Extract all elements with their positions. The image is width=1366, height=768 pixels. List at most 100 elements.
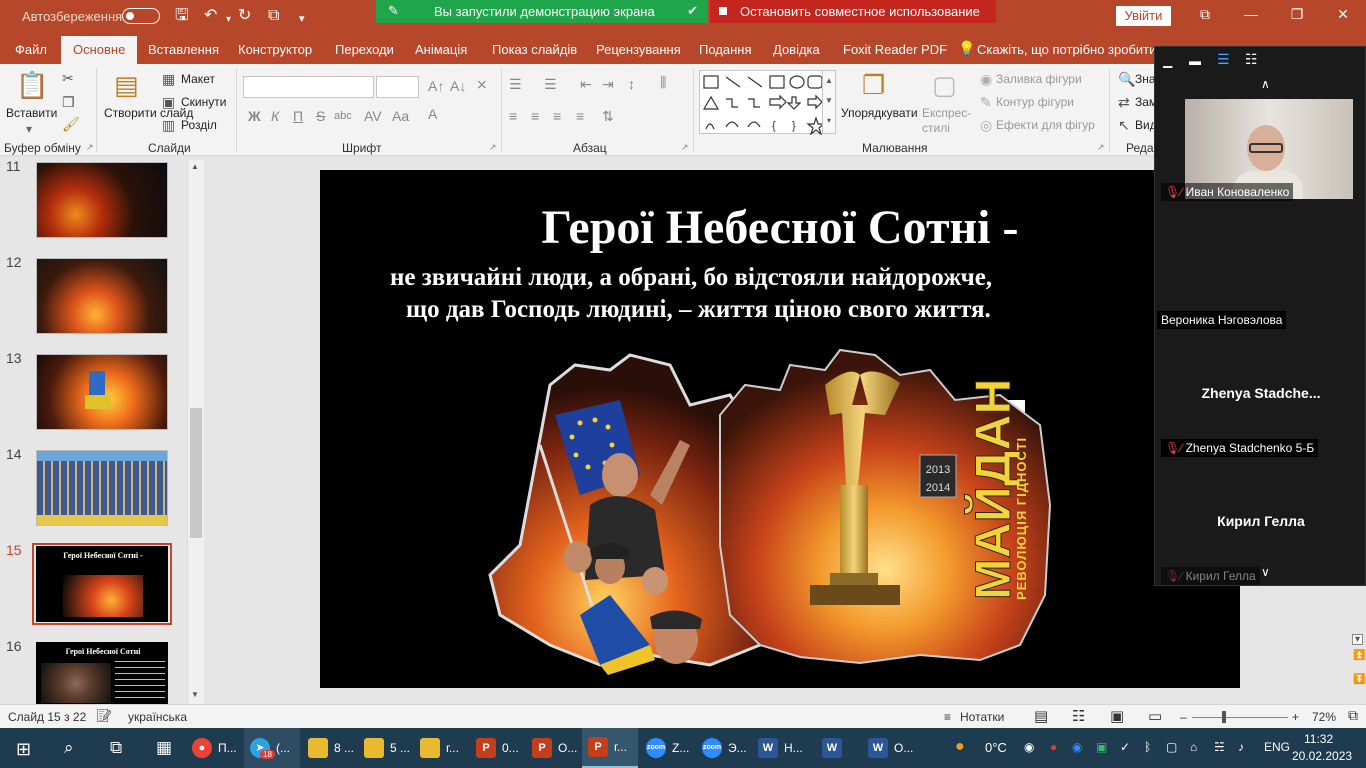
align-left-icon[interactable]: ≡ — [509, 108, 517, 124]
taskbar-powerpoint[interactable]: P О... — [526, 728, 580, 768]
weather-temp[interactable]: 0°C — [985, 740, 1007, 755]
close-icon[interactable]: ✕ — [1333, 6, 1353, 23]
taskbar-telegram[interactable]: ➤ (... 18 — [244, 728, 300, 768]
arrange-icon[interactable]: ❐ — [862, 70, 885, 101]
normal-view-icon[interactable]: ▤ — [1034, 707, 1048, 725]
increase-font-icon[interactable]: A↑ — [428, 78, 444, 94]
input-language[interactable]: ENG — [1264, 740, 1290, 754]
paste-button[interactable]: Вставити — [6, 106, 57, 120]
decrease-indent-icon[interactable]: ⇤ — [580, 76, 592, 93]
maximize-icon[interactable]: ❐ — [1287, 6, 1307, 23]
copy-icon[interactable]: ❐ — [62, 94, 75, 111]
align-center-icon[interactable]: ≡ — [531, 108, 539, 124]
quick-styles-icon[interactable]: ▢ — [932, 70, 957, 101]
ribbon-display-icon[interactable]: ⧉ — [1195, 6, 1215, 23]
tell-me-search[interactable]: Скажіть, що потрібно зробити — [977, 42, 1156, 57]
speaker-view-icon[interactable]: ▬ — [1189, 54, 1201, 68]
mic-icon[interactable]: ● — [1050, 740, 1057, 754]
new-slide-button[interactable]: Створити слайд — [104, 106, 193, 121]
taskbar-word[interactable]: W О... — [862, 728, 918, 768]
tab-slideshow[interactable]: Показ слайдів — [492, 42, 577, 57]
tab-insert[interactable]: Вставлення — [148, 42, 219, 57]
tab-transitions[interactable]: Переходи — [335, 42, 394, 57]
paste-icon[interactable]: 📋 — [16, 70, 48, 101]
taskbar-folder[interactable]: 5 ... — [358, 728, 412, 768]
new-slide-icon[interactable]: ▤ — [114, 70, 139, 101]
bullets-icon[interactable]: ☰ — [509, 76, 522, 93]
italic-icon[interactable]: К — [271, 108, 279, 124]
clipboard-launcher-icon[interactable]: ↗ — [86, 142, 94, 153]
quick-styles-button[interactable]: Експрес-стилі — [922, 106, 974, 136]
zoom-slider-thumb[interactable] — [1222, 711, 1226, 723]
taskbar-zoom[interactable]: zoom Э... — [696, 728, 750, 768]
customize-qat-icon[interactable]: ▾ — [299, 10, 305, 28]
scroll-up-icon[interactable]: ∧ — [1261, 77, 1270, 91]
tray-app-icon[interactable]: ✓ — [1120, 740, 1130, 754]
line-spacing-icon[interactable]: ↕ — [628, 76, 635, 92]
drawing-launcher-icon[interactable]: ↗ — [1097, 142, 1105, 153]
gallery-view-icon[interactable]: ☷ — [1245, 51, 1258, 68]
notes-button[interactable]: Нотатки — [960, 710, 1004, 724]
slide-thumbnail-15[interactable]: Герої Небесної Сотні - — [36, 546, 168, 622]
underline-icon[interactable]: П — [293, 108, 303, 124]
undo-icon[interactable]: ↶ — [204, 7, 217, 25]
spellcheck-icon[interactable]: 📝︎ — [96, 708, 113, 724]
prev-slide-icon[interactable]: ⏫ — [1353, 650, 1365, 661]
tab-file[interactable]: Файл — [15, 42, 47, 57]
shape-outline-button[interactable]: Контур фігури — [996, 95, 1074, 109]
shadow-icon[interactable]: S — [316, 108, 325, 124]
zoom-in-icon[interactable]: + — [1292, 710, 1299, 724]
volume-icon[interactable]: ♪ — [1238, 740, 1244, 754]
taskbar-powerpoint[interactable]: P 0... — [470, 728, 524, 768]
shape-fill-button[interactable]: Заливка фігури — [996, 72, 1082, 86]
section-button[interactable]: Розділ — [181, 118, 217, 132]
tab-foxit[interactable]: Foxit Reader PDF — [843, 42, 947, 57]
calculator-icon[interactable]: ▦ — [156, 738, 172, 758]
notification-bell-icon[interactable]: ⌂ — [1190, 740, 1197, 754]
bluetooth-icon[interactable]: ᛒ — [1144, 740, 1151, 754]
tray-app-icon[interactable]: ◉ — [1024, 740, 1034, 754]
spacing-icon[interactable]: AV — [364, 108, 382, 124]
paste-dropdown-icon[interactable]: ▾ — [26, 122, 32, 136]
font-color-icon[interactable]: A — [428, 106, 437, 122]
windows-start-icon[interactable]: ⊞ — [16, 739, 31, 760]
scroll-up-icon[interactable]: ▲ — [191, 162, 199, 171]
scroll-thumb[interactable] — [190, 408, 202, 538]
zoom-out-icon[interactable]: – — [1180, 710, 1187, 724]
font-name-combo[interactable] — [243, 76, 374, 98]
tray-app-icon[interactable]: ▢ — [1166, 740, 1177, 754]
align-right-icon[interactable]: ≡ — [553, 108, 561, 124]
taskbar-powerpoint-active[interactable]: P г... — [582, 728, 638, 768]
numbering-icon[interactable]: ☰ — [544, 76, 557, 93]
shape-effects-button[interactable]: Ефекти для фігур — [996, 118, 1095, 132]
wifi-icon[interactable]: ☵ — [1214, 740, 1225, 754]
slide-thumbnail-14[interactable] — [36, 450, 168, 526]
columns-icon[interactable]: ⫼ — [660, 74, 666, 91]
scroll-down-icon[interactable]: ∨ — [1261, 565, 1270, 579]
maidan-collage-image[interactable]: 2013 2014 МАЙДАН РЕВОЛЮЦІЯ ГІДНОСТІ — [480, 345, 1070, 675]
scroll-down-icon[interactable]: ▼ — [191, 690, 199, 699]
pin-icon[interactable]: ✎ — [388, 3, 399, 19]
slide-thumbnail-12[interactable] — [36, 258, 168, 334]
thumbnail-scrollbar[interactable]: ▲ ▼ — [187, 160, 204, 704]
strip-view-icon[interactable]: ☰ — [1217, 51, 1230, 68]
find-button[interactable]: Зна — [1135, 72, 1156, 86]
zoom-slider[interactable] — [1192, 717, 1288, 718]
format-painter-icon[interactable]: 🖌 — [62, 116, 80, 133]
justify-icon[interactable]: ≡ — [576, 108, 584, 124]
next-slide-icon[interactable]: ⏬ — [1353, 674, 1365, 685]
tab-review[interactable]: Рецензування — [596, 42, 681, 57]
tab-home[interactable]: Основне — [61, 36, 138, 64]
slide-title[interactable]: Герої Небесної Сотні - — [320, 200, 1240, 255]
increase-indent-icon[interactable]: ⇥ — [602, 76, 614, 93]
change-case-icon[interactable]: Aa — [392, 108, 409, 124]
clear-format-icon[interactable]: ⨯ — [476, 76, 488, 93]
search-icon[interactable]: ⌕ — [64, 738, 74, 758]
reading-view-icon[interactable]: ▣ — [1110, 707, 1124, 725]
slide-subtitle-line2[interactable]: що дав Господь людині, – життя ціною сво… — [320, 296, 1240, 324]
slide-thumbnail-16[interactable]: Герої Небесної Сотні — [36, 642, 168, 704]
slideshow-icon[interactable]: ▭ — [1148, 707, 1162, 725]
text-direction-icon[interactable]: ⇅ — [602, 108, 614, 125]
paragraph-launcher-icon[interactable]: ↗ — [681, 142, 689, 153]
save-icon[interactable]: 🖫 — [175, 7, 189, 25]
